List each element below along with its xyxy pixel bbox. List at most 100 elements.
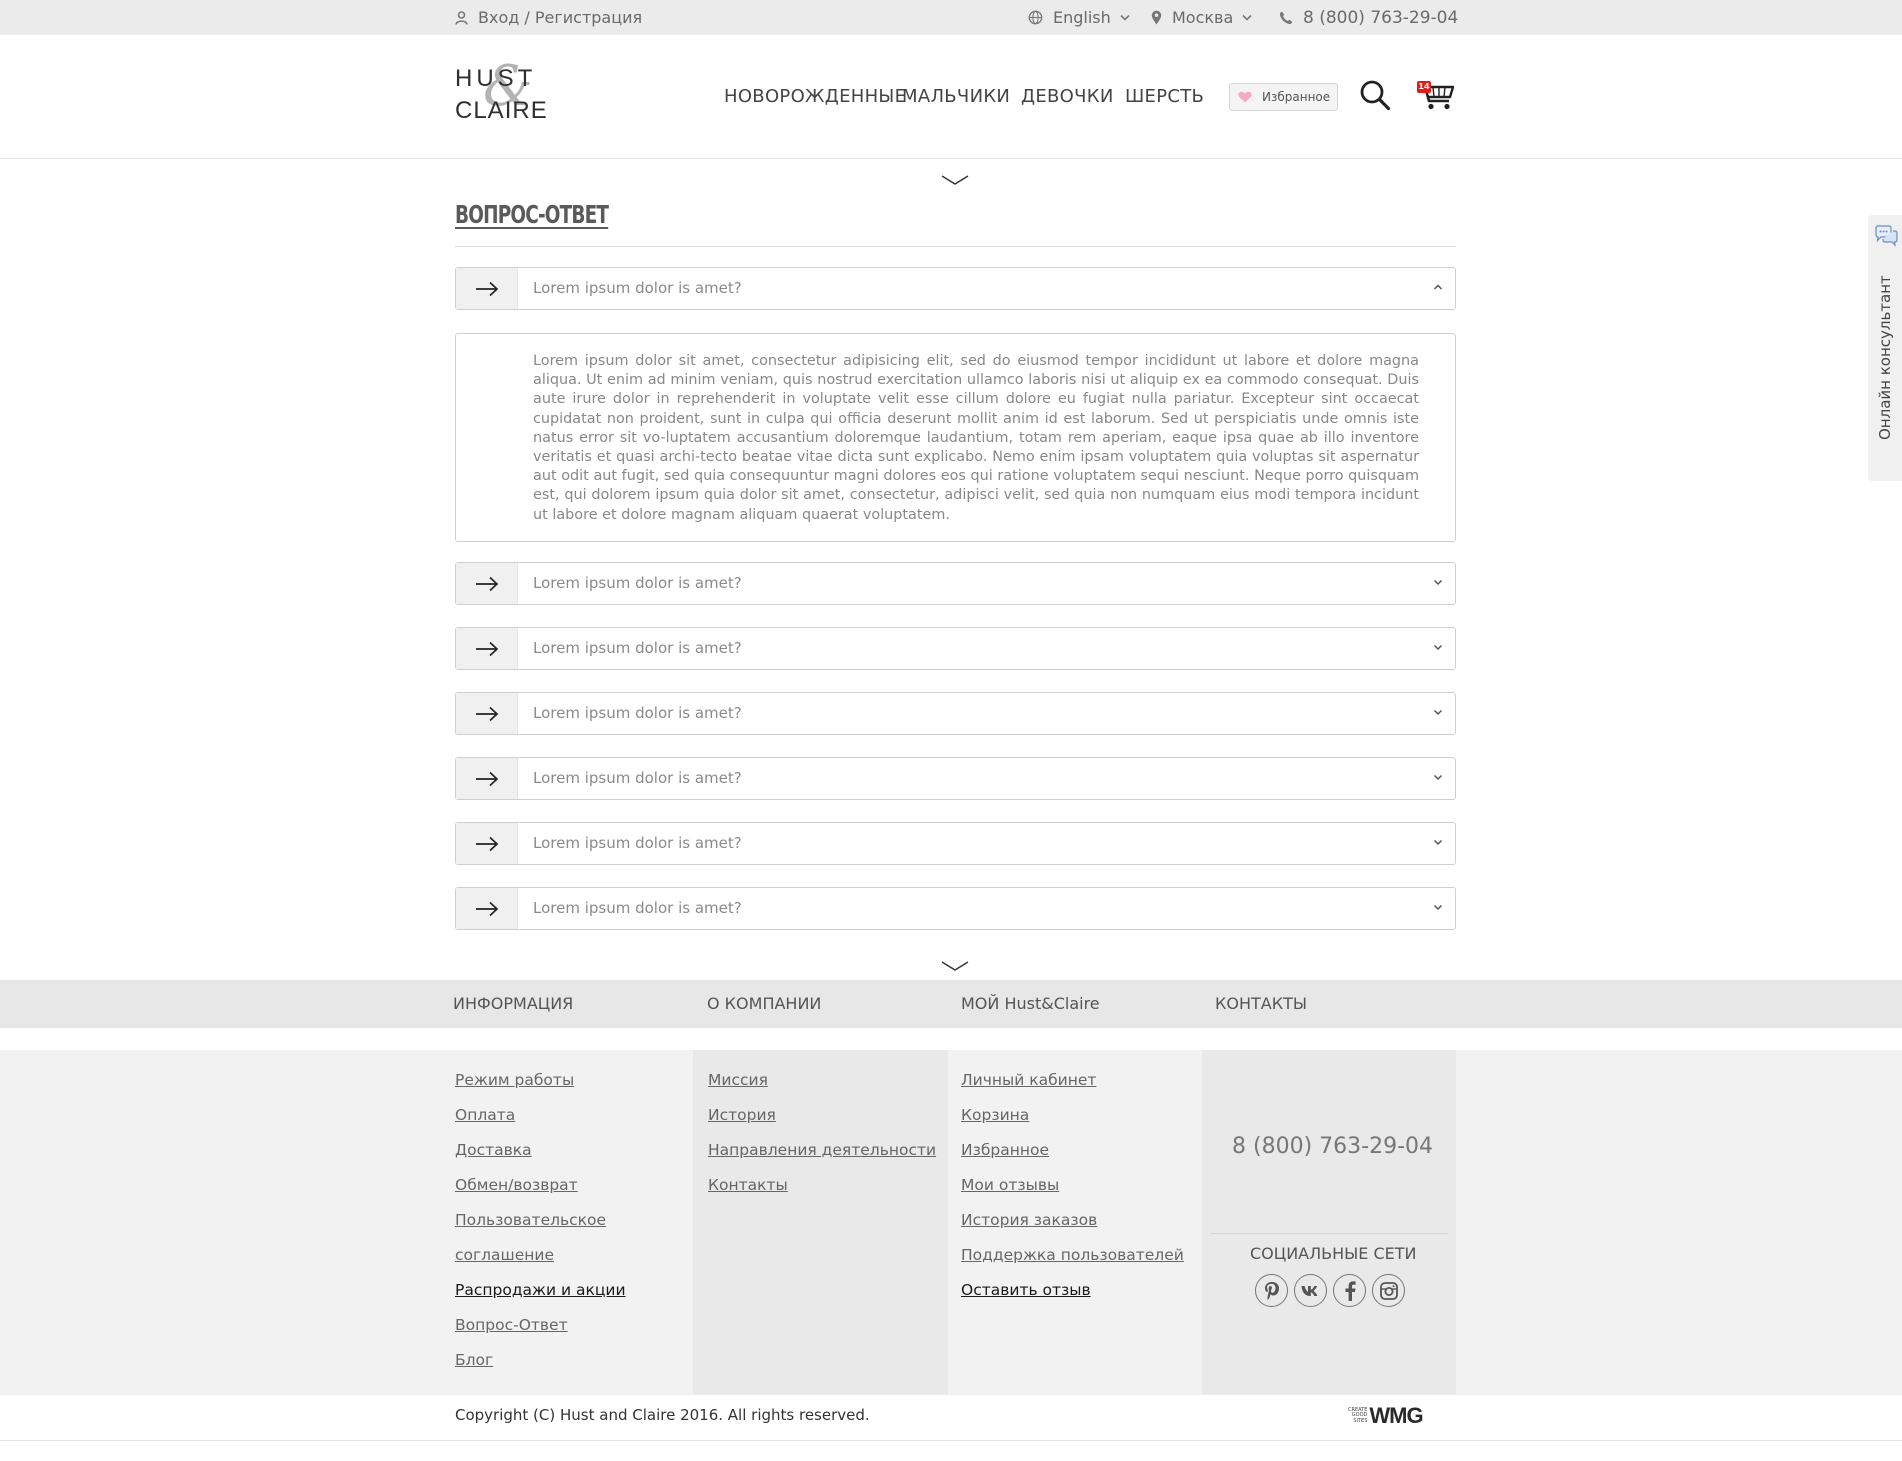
developer-tagline: CREATE GOOD SITES (1348, 1406, 1368, 1424)
faq-question[interactable]: Lorem ipsum dolor is amet? (455, 757, 1456, 800)
login-register-label: Вход / Регистрация (478, 8, 643, 27)
arrow-cell (456, 758, 518, 799)
footer-headings-bar: ИНФОРМАЦИЯ О КОМПАНИИ МОЙ Hust&Claire КО… (0, 980, 1902, 1028)
chevron-down-icon (1242, 14, 1252, 21)
faq-question-text: Lorem ipsum dolor is amet? (533, 279, 742, 297)
nav-wool[interactable]: ШЕРСТЬ (1125, 86, 1204, 107)
nav-girls[interactable]: ДЕВОЧКИ (1021, 86, 1114, 107)
search-icon (1360, 80, 1391, 111)
arrow-right-icon (475, 771, 498, 786)
arrow-cell (456, 693, 518, 734)
footer-link-leave-review[interactable]: Оставить отзыв (961, 1281, 1091, 1299)
footer-link[interactable]: История (708, 1106, 776, 1124)
favorites-label: Избранное (1262, 90, 1331, 104)
arrow-right-icon (475, 901, 498, 916)
footer-link[interactable]: Режим работы (455, 1071, 574, 1089)
footer-link[interactable]: Доставка (455, 1141, 532, 1159)
developer-logo[interactable]: CREATE GOOD SITES WMG (1348, 1403, 1424, 1429)
collapse-chevron[interactable] (941, 172, 969, 191)
footer-heading-info: ИНФОРМАЦИЯ (453, 994, 574, 1013)
faq-question-text: Lorem ipsum dolor is amet? (533, 834, 742, 852)
arrow-right-icon (475, 706, 498, 721)
collapse-chevron[interactable] (941, 958, 969, 977)
faq-question[interactable]: Lorem ipsum dolor is amet? (455, 692, 1456, 735)
faq-question-text: Lorem ipsum dolor is amet? (533, 769, 742, 787)
language-selector[interactable]: English (1028, 0, 1130, 35)
faq-question-open[interactable]: Lorem ipsum dolor is amet? (455, 267, 1456, 310)
nav-boys[interactable]: МАЛЬЧИКИ (902, 86, 1010, 107)
login-register-link[interactable]: Вход / Регистрация (455, 0, 642, 35)
online-consultant-label: Онлайн консультант (1876, 275, 1894, 440)
chevron-down-icon (1433, 644, 1443, 651)
faq-answer-panel: Lorem ipsum dolor sit amet, consectetur … (455, 333, 1456, 542)
chevron-down-icon (1120, 14, 1130, 21)
footer-body: Режим работы Оплата Доставка Обмен/возвр… (0, 1050, 1902, 1395)
search-button[interactable] (1359, 79, 1391, 115)
faq-question-text: Lorem ipsum dolor is amet? (533, 639, 742, 657)
arrow-cell (456, 268, 518, 309)
footer-link[interactable]: Поддержка пользователей (961, 1246, 1184, 1264)
footer-link[interactable]: Миссия (708, 1071, 768, 1089)
instagram-icon[interactable] (1372, 1274, 1405, 1307)
footer-link[interactable]: Корзина (961, 1106, 1029, 1124)
pinterest-icon[interactable] (1255, 1274, 1288, 1307)
chevron-down-icon (941, 961, 969, 971)
chevron-down-icon (1433, 904, 1443, 911)
footer-phone-number[interactable]: 8 (800) 763-29-04 (1232, 1134, 1433, 1159)
faq-question-text: Lorem ipsum dolor is amet? (533, 899, 742, 917)
footer-link[interactable]: соглашение (455, 1246, 554, 1264)
faq-question-text: Lorem ipsum dolor is amet? (533, 574, 742, 592)
arrow-right-icon (475, 836, 498, 851)
footer-link[interactable]: Избранное (961, 1141, 1049, 1159)
chat-bubbles-icon (1875, 225, 1898, 247)
phone-icon (1279, 11, 1293, 24)
footer-link[interactable]: История заказов (961, 1211, 1097, 1229)
footer-link[interactable]: Пользовательское (455, 1211, 606, 1229)
faq-question[interactable]: Lorem ipsum dolor is amet? (455, 887, 1456, 930)
page-title: ВОПРОС-ОТВЕТ (455, 200, 609, 229)
footer-link[interactable]: Контакты (708, 1176, 788, 1194)
language-label: English (1053, 8, 1111, 27)
top-phone-link[interactable]: 8 (800) 763-29-04 (1279, 0, 1458, 35)
vk-icon[interactable] (1294, 1274, 1327, 1307)
user-icon (455, 10, 468, 25)
footer-col-contacts: 8 (800) 763-29-04 СОЦИАЛЬНЫЕ СЕТИ (1202, 1050, 1456, 1395)
arrow-cell (456, 563, 518, 604)
top-phone-number: 8 (800) 763-29-04 (1303, 7, 1459, 28)
nav-newborns[interactable]: НОВОРОЖДЕННЫЕ (724, 86, 906, 107)
footer-link[interactable]: Вопрос-Ответ (455, 1316, 568, 1334)
developer-logo-text: WMG (1369, 1403, 1423, 1428)
facebook-icon[interactable] (1333, 1274, 1366, 1307)
faq-question[interactable]: Lorem ipsum dolor is amet? (455, 627, 1456, 670)
arrow-cell (456, 888, 518, 929)
top-bar: Вход / Регистрация English Москва 8 (800… (0, 0, 1902, 35)
contacts-divider (1210, 1233, 1448, 1234)
footer-link[interactable]: Блог (455, 1351, 493, 1369)
online-consultant-tab[interactable]: Онлайн консультант (1868, 215, 1902, 481)
city-selector[interactable]: Москва (1151, 0, 1252, 35)
footer-link[interactable]: Направления деятельности (708, 1141, 936, 1159)
favorites-button[interactable]: Избранное (1229, 83, 1338, 111)
faq-question-text: Lorem ipsum dolor is amet? (533, 704, 742, 722)
footer-link-sales[interactable]: Распродажи и акции (455, 1281, 626, 1299)
logo-line-2: CLAIRE (455, 97, 548, 124)
faq-question[interactable]: Lorem ipsum dolor is amet? (455, 822, 1456, 865)
site-logo[interactable]: & HUST CLAIRE (455, 59, 560, 125)
globe-icon (1028, 10, 1043, 25)
footer-link[interactable]: Оплата (455, 1106, 515, 1124)
copyright-text: Copyright (C) Hust and Claire 2016. All … (455, 1406, 870, 1424)
chevron-down-icon (1433, 774, 1443, 781)
footer-link[interactable]: Личный кабинет (961, 1071, 1096, 1089)
location-pin-icon (1151, 10, 1162, 25)
faq-answer-text: Lorem ipsum dolor sit amet, consectetur … (533, 353, 1419, 523)
chevron-down-icon (1433, 579, 1443, 586)
footer-link[interactable]: Мои отзывы (961, 1176, 1059, 1194)
logo-line-1: HUST (455, 65, 537, 92)
chevron-down-icon (1433, 709, 1443, 716)
arrow-right-icon (475, 641, 498, 656)
footer-link[interactable]: Обмен/возврат (455, 1176, 578, 1194)
faq-question[interactable]: Lorem ipsum dolor is amet? (455, 562, 1456, 605)
footer-col-account: Личный кабинет Корзина Избранное Мои отз… (948, 1050, 1202, 1395)
city-label: Москва (1172, 8, 1234, 27)
footer-col-info: Режим работы Оплата Доставка Обмен/возвр… (455, 1050, 693, 1395)
